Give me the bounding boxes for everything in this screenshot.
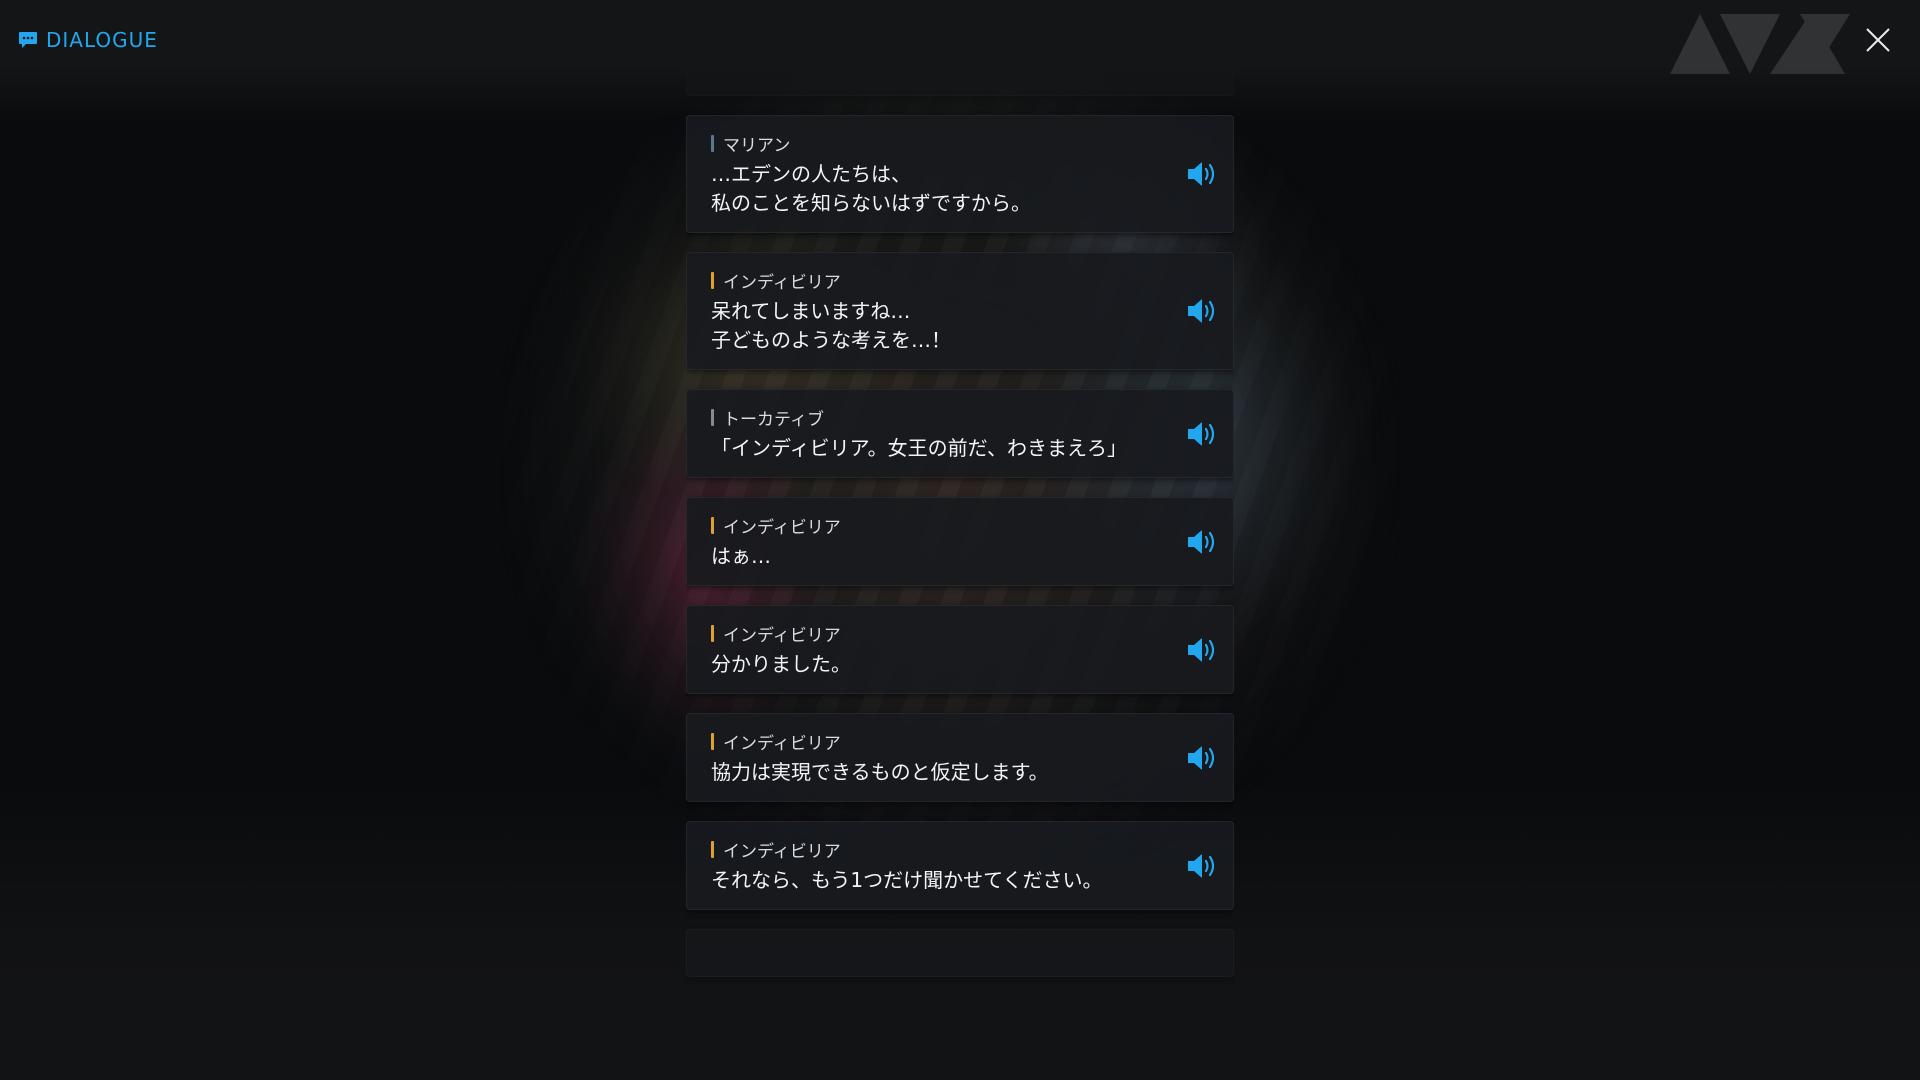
- speaker-name: インディビリア: [723, 272, 841, 293]
- voice-play-button[interactable]: [1185, 633, 1221, 667]
- speaker-name: インディビリア: [723, 625, 841, 646]
- dialogue-entry: インディビリア 分かりました。: [686, 605, 1234, 694]
- speaker-row: インディビリア: [711, 267, 1153, 293]
- speaker-color-bar: [711, 271, 714, 289]
- speaker-row: インディビリア: [711, 512, 1153, 538]
- speaker-name: インディビリア: [723, 841, 841, 862]
- header-title: DIALOGUE: [18, 28, 158, 52]
- dialogue-entry: インディビリア協力は実現できるものと仮定します。: [686, 713, 1234, 802]
- speaker-volume-icon: [1185, 745, 1221, 779]
- speaker-row: マリアン: [711, 130, 1153, 156]
- speaker-color-bar: [711, 134, 714, 152]
- voice-play-button[interactable]: [1185, 525, 1221, 559]
- speaker-name: トーカティブ: [723, 409, 824, 430]
- dialogue-list[interactable]: マリアン …エデンの人たちは、 私のことを知らないはずですから。 インディビリア 呆れ…: [686, 68, 1234, 1014]
- dialogue-entry: マリアン …エデンの人たちは、 私のことを知らないはずですから。: [686, 115, 1234, 233]
- speaker-name: インディビリア: [723, 733, 841, 754]
- dialogue-text: 呆れてしまいますね… 子どものような考えを…！: [711, 299, 951, 352]
- speaker-row: インディビリア: [711, 620, 1153, 646]
- dialogue-text: 協力は実現できるものと仮定します。: [711, 760, 1049, 784]
- dialogue-text: 分かりました。: [711, 652, 851, 676]
- speaker-volume-icon: [1185, 853, 1221, 887]
- speaker-name: マリアン: [723, 135, 791, 156]
- speaker-color-bar: [711, 840, 714, 858]
- dialogue-text: それなら、もう1つだけ聞かせてください。: [711, 868, 1103, 892]
- voice-play-button[interactable]: [1185, 417, 1221, 451]
- speaker-name: インディビリア: [723, 517, 841, 538]
- voice-play-button[interactable]: [1185, 157, 1221, 191]
- dialogue-text: はぁ…: [711, 544, 771, 568]
- speaker-color-bar: [711, 408, 714, 426]
- close-button[interactable]: [1864, 26, 1892, 54]
- decorative-triangles: [1670, 14, 1850, 74]
- voice-play-button[interactable]: [1185, 849, 1221, 883]
- speaker-volume-icon: [1185, 637, 1221, 671]
- dialogue-entry: インディビリアそれなら、もう1つだけ聞かせてください。: [686, 821, 1234, 910]
- speaker-row: インディビリア: [711, 836, 1153, 862]
- speaker-volume-icon: [1185, 421, 1221, 455]
- dialogue-entry: インディビリア呆れてしまいますね… 子どものような考えを…！: [686, 252, 1234, 370]
- dialogue-log-screen: DIALOGUE マリアン …エデンの人たちは、 私のことを知らないはずですから。…: [0, 0, 1920, 1080]
- chat-bubble-icon: [19, 32, 37, 48]
- voice-play-button[interactable]: [1185, 741, 1221, 775]
- dialogue-text: …エデンの人たちは、 私のことを知らないはずですから。: [711, 162, 1031, 215]
- dialogue-entry-partial: [686, 929, 1234, 977]
- dialogue-text: 「インディビリア。女王の前だ、わきまえろ」: [711, 436, 1127, 460]
- dialogue-entry: トーカティブ「インディビリア。女王の前だ、わきまえろ」: [686, 389, 1234, 478]
- speaker-row: インディビリア: [711, 728, 1153, 754]
- speaker-color-bar: [711, 624, 714, 642]
- voice-play-button[interactable]: [1185, 294, 1221, 328]
- speaker-color-bar: [711, 732, 714, 750]
- top-bar: [0, 0, 1920, 120]
- speaker-color-bar: [711, 516, 714, 534]
- speaker-volume-icon: [1185, 299, 1221, 332]
- speaker-row: トーカティブ: [711, 404, 1153, 430]
- page-title: DIALOGUE: [46, 28, 158, 52]
- speaker-volume-icon: [1185, 162, 1221, 195]
- speaker-volume-icon: [1185, 529, 1221, 563]
- dialogue-entry: インディビリアはぁ…: [686, 497, 1234, 586]
